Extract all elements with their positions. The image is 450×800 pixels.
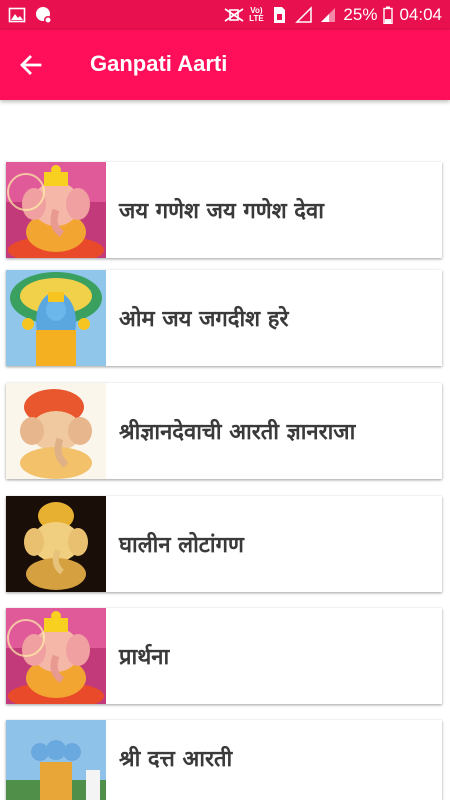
aarti-list-item[interactable]: प्रार्थना xyxy=(6,608,442,704)
aarti-list-item[interactable]: श्री दत्त आरती xyxy=(6,720,442,800)
battery-percent: 25% xyxy=(343,5,378,24)
aarti-list-item[interactable]: श्रीज्ञानदेवाची आरती ज्ञानराजा xyxy=(6,383,442,479)
signal-empty-icon xyxy=(295,6,313,24)
signal-icon xyxy=(319,6,337,24)
aarti-title: ओम जय जगदीश हरे xyxy=(119,307,289,332)
vishnu-image xyxy=(6,270,106,366)
aarti-title: प्रार्थना xyxy=(119,645,170,670)
dattatreya-image xyxy=(6,720,106,800)
gallery-notification-icon xyxy=(8,6,26,24)
volte-indicator: Vo) LTE xyxy=(247,7,265,23)
chat-notification-icon xyxy=(34,6,52,24)
ganesha-image xyxy=(6,496,106,592)
aarti-list-item[interactable]: ओम जय जगदीश हरे xyxy=(6,270,442,366)
aarti-title: श्री दत्त आरती xyxy=(119,747,233,772)
battery-icon xyxy=(383,6,394,25)
ganesha-image xyxy=(6,383,106,479)
aarti-title: घालीन लोटांगण xyxy=(119,533,244,558)
aarti-title: श्रीज्ञानदेवाची आरती ज्ञानराजा xyxy=(119,420,356,445)
back-button[interactable] xyxy=(16,50,46,80)
clock: 04:04 xyxy=(399,5,442,24)
app-title: Ganpati Aarti xyxy=(90,51,228,76)
sim-icon xyxy=(271,6,289,24)
vibrate-icon xyxy=(223,6,244,24)
back-arrow-icon xyxy=(20,55,42,75)
aarti-list-item[interactable]: घालीन लोटांगण xyxy=(6,496,442,592)
ganesha-image xyxy=(6,162,106,258)
app-bar: Ganpati Aarti xyxy=(0,30,450,100)
aarti-list-item[interactable]: जय गणेश जय गणेश देवा xyxy=(6,162,442,258)
status-bar: Vo) LTE 25% 04:04 xyxy=(0,0,450,30)
ganesha-image xyxy=(6,608,106,704)
lte-label: LTE xyxy=(249,14,264,23)
aarti-title: जय गणेश जय गणेश देवा xyxy=(119,199,324,224)
